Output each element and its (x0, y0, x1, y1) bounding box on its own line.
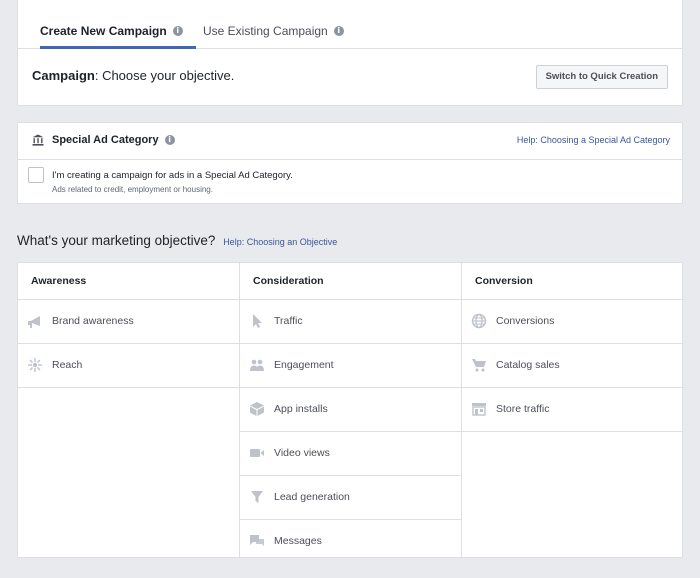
awareness-column: Awareness Brand awareness Reach (18, 263, 239, 557)
objective-reach[interactable]: Reach (18, 344, 239, 388)
storefront-icon (472, 403, 486, 416)
special-ad-category-checkbox-description: Ads related to credit, employment or hou… (52, 185, 213, 194)
objective-traffic[interactable]: Traffic (240, 300, 462, 344)
info-icon[interactable]: i (333, 25, 344, 36)
objective-label: Conversions (496, 315, 555, 327)
objective-catalog-sales[interactable]: Catalog sales (462, 344, 684, 388)
objective-label: Brand awareness (52, 315, 134, 327)
objective-label: Traffic (274, 315, 303, 327)
people-icon (250, 359, 264, 371)
tab-use-existing-campaign[interactable]: Use Existing Campaign i (203, 0, 344, 48)
objective-label: Engagement (274, 359, 334, 371)
objective-conversions[interactable]: Conversions (462, 300, 684, 344)
objective-label: Video views (274, 447, 330, 459)
objective-store-traffic[interactable]: Store traffic (462, 388, 684, 432)
objective-label: Store traffic (496, 403, 550, 415)
conversion-column: Conversion Conversions Catalog sales Sto… (461, 263, 684, 557)
chat-bubbles-icon (250, 535, 264, 546)
switch-to-quick-creation-button[interactable]: Switch to Quick Creation (535, 65, 668, 89)
column-header-consideration: Consideration (240, 263, 462, 300)
funnel-icon (251, 491, 263, 503)
objective-heading-text: What's your marketing objective? (17, 233, 216, 248)
box-icon (250, 402, 264, 416)
info-icon[interactable]: i (164, 135, 175, 146)
help-choosing-objective-link[interactable]: Help: Choosing an Objective (223, 237, 337, 247)
reach-burst-icon (28, 358, 42, 372)
column-header-conversion: Conversion (462, 263, 684, 300)
campaign-row: Campaign: Choose your objective. Switch … (32, 48, 668, 105)
objective-label: App installs (274, 403, 328, 415)
info-icon[interactable]: i (172, 25, 183, 36)
campaign-label: Campaign (32, 68, 95, 83)
special-ad-category-title: Special Ad Category i (52, 134, 175, 146)
objective-video-views[interactable]: Video views (240, 432, 462, 476)
column-header-awareness: Awareness (18, 263, 239, 300)
tab-create-new-label: Create New Campaign (40, 23, 167, 38)
campaign-card: Create New Campaign i Use Existing Campai… (17, 0, 683, 106)
video-camera-icon (250, 449, 264, 457)
campaign-subtitle: : Choose your objective. (94, 68, 235, 83)
special-ad-category-checkbox-label: I'm creating a campaign for ads in a Spe… (52, 170, 293, 181)
objective-table: Awareness Brand awareness Reach Consider… (17, 262, 684, 558)
help-special-ad-category-link[interactable]: Help: Choosing a Special Ad Category (517, 135, 670, 145)
marketing-objective-heading: What's your marketing objective? Help: C… (17, 233, 337, 248)
objective-engagement[interactable]: Engagement (240, 344, 462, 388)
objective-label: Lead generation (274, 491, 350, 503)
consideration-column: Consideration Traffic Engagement App ins… (239, 263, 462, 557)
objective-label: Catalog sales (496, 359, 560, 371)
campaign-title: Campaign: Choose your objective. (32, 68, 234, 83)
special-ad-category-header: Special Ad Category i Help: Choosing a Sp… (18, 123, 682, 160)
objective-messages[interactable]: Messages (240, 520, 462, 563)
tab-use-existing-label: Use Existing Campaign (203, 23, 328, 38)
objective-lead-generation[interactable]: Lead generation (240, 476, 462, 520)
bank-icon (32, 134, 44, 146)
megaphone-icon (28, 316, 40, 328)
shopping-cart-icon (472, 359, 486, 372)
tab-bar: Create New Campaign i Use Existing Campai… (18, 0, 682, 49)
tab-create-new-campaign[interactable]: Create New Campaign i (40, 0, 196, 49)
objective-app-installs[interactable]: App installs (240, 388, 462, 432)
objective-label: Messages (274, 535, 322, 547)
special-ad-category-checkbox[interactable] (28, 167, 44, 183)
objective-label: Reach (52, 359, 83, 371)
globe-icon (471, 313, 487, 329)
special-ad-category-card: Special Ad Category i Help: Choosing a Sp… (17, 122, 683, 204)
cursor-icon (253, 314, 262, 328)
special-title-text: Special Ad Category (52, 134, 159, 146)
objective-brand-awareness[interactable]: Brand awareness (18, 300, 239, 344)
